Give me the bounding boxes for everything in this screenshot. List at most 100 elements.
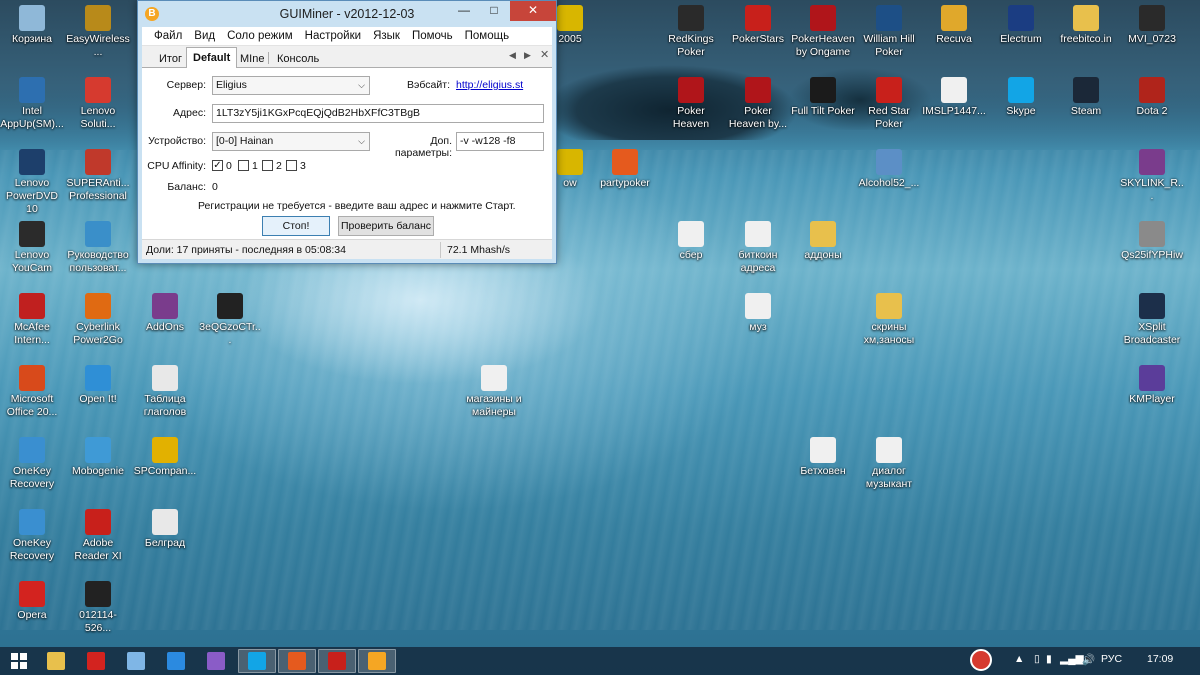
affinity-checkbox-0[interactable]: ✓ <box>212 160 223 171</box>
taskbar-item[interactable] <box>157 649 195 673</box>
desktop-icon[interactable]: магазины и майнеры <box>462 365 526 419</box>
menu-settings[interactable]: Настройки <box>299 30 367 42</box>
taskbar-item[interactable] <box>278 649 316 673</box>
desktop-icon[interactable]: Lenovo PowerDVD 10 <box>0 149 64 216</box>
taskbar-item[interactable] <box>77 649 115 673</box>
desktop-icon[interactable]: Adobe Reader XI <box>66 509 130 563</box>
desktop-icon[interactable]: Dota 2 <box>1120 77 1184 118</box>
desktop-icon[interactable]: Red Star Poker <box>857 77 921 131</box>
desktop-icon[interactable]: 3eQGzoCTr... <box>198 293 262 347</box>
website-link[interactable]: http://eligius.st <box>456 79 523 91</box>
affinity-checkbox-3[interactable] <box>286 160 297 171</box>
desktop-icon[interactable]: William Hill Poker <box>857 5 921 59</box>
desktop-icon[interactable]: SPCompan... <box>133 437 197 478</box>
server-select[interactable]: Eligius ⌵ <box>212 76 370 95</box>
desktop-icon[interactable]: 012114-526... <box>66 581 130 635</box>
menu-help-1[interactable]: Помочь <box>406 30 459 42</box>
tab-scroll-right-icon[interactable]: ▶ <box>524 50 531 61</box>
tray-app-icon[interactable] <box>970 649 992 671</box>
tab-summary[interactable]: Итог <box>152 49 189 68</box>
tab-default[interactable]: Default <box>186 47 238 69</box>
desktop-icon[interactable]: Белград <box>133 509 197 550</box>
tab-scroll-left-icon[interactable]: ◀ <box>509 50 516 61</box>
taskbar-item[interactable] <box>0 649 38 673</box>
battery-icon[interactable]: ▮ <box>1046 653 1052 665</box>
address-input[interactable]: 1LT3zY5ji1KGxPcqEQjQdB2HbXFfC3TBgB <box>212 104 544 123</box>
desktop-icon[interactable]: муз <box>726 293 790 334</box>
desktop-icon[interactable]: Alcohol52_... <box>857 149 921 190</box>
desktop-icon[interactable]: Qs25ifYPHiw <box>1120 221 1184 262</box>
taskbar-item[interactable] <box>117 649 155 673</box>
desktop-icon[interactable]: KMPlayer <box>1120 365 1184 406</box>
desktop-icon[interactable]: MVI_0723 <box>1120 5 1184 46</box>
minimize-button[interactable]: — <box>449 1 479 21</box>
desktop-icon[interactable]: Mobogenie <box>66 437 130 478</box>
menu-solo-mode[interactable]: Соло режим <box>221 30 299 42</box>
desktop-icon[interactable]: Opera <box>0 581 64 622</box>
desktop-icon[interactable]: Open It! <box>66 365 130 406</box>
tab-mine[interactable]: MIne <box>233 49 271 68</box>
desktop-icon[interactable]: скрины хм,заносы <box>857 293 921 347</box>
device-icon[interactable]: ▯ <box>1034 653 1040 665</box>
desktop-icon[interactable]: сбер <box>659 221 723 262</box>
desktop-icon[interactable]: Бетховен <box>791 437 855 478</box>
tab-console[interactable]: Консоль <box>270 49 326 68</box>
desktop-icon[interactable]: SUPERAnti... Professional <box>66 149 130 203</box>
desktop-icon[interactable]: Steam <box>1054 77 1118 118</box>
desktop-icon[interactable]: Microsoft Office 20... <box>0 365 64 419</box>
desktop-icon[interactable]: Руководство пользоват... <box>66 221 130 275</box>
desktop-icon[interactable]: SKYLINK_R... <box>1120 149 1184 203</box>
desktop-icon[interactable]: Recuva <box>922 5 986 46</box>
taskbar-item[interactable] <box>238 649 276 673</box>
network-signal-icon[interactable]: ▂▄▆ <box>1060 653 1084 665</box>
desktop-icon[interactable]: Poker Heaven <box>659 77 723 131</box>
title-bar[interactable]: B GUIMiner - v2012-12-03 — □ ✕ <box>138 1 556 27</box>
desktop-icon[interactable]: freebitco.in <box>1054 5 1118 46</box>
affinity-checkbox-1[interactable] <box>238 160 249 171</box>
desktop-icon[interactable]: OneKey Recovery <box>0 509 64 563</box>
desktop-icon[interactable]: AddOns <box>133 293 197 334</box>
desktop-icon[interactable]: EasyWireless... <box>66 5 130 59</box>
desktop-icon[interactable]: Lenovo YouCam <box>0 221 64 275</box>
check-balance-button[interactable]: Проверить баланс <box>338 216 434 236</box>
desktop-icon[interactable]: IMSLP1447... <box>922 77 986 118</box>
volume-icon[interactable]: 🔊 <box>1082 653 1095 666</box>
tab-close-icon[interactable]: ✕ <box>540 48 549 61</box>
menu-language[interactable]: Язык <box>367 30 406 42</box>
desktop-icon[interactable]: OneKey Recovery <box>0 437 64 491</box>
desktop-icon[interactable]: Poker Heaven by... <box>726 77 790 131</box>
desktop-icon[interactable]: Корзина <box>0 5 64 46</box>
desktop-icon[interactable]: XSplit Broadcaster <box>1120 293 1184 347</box>
desktop-icon[interactable]: Intel AppUp(SM)... <box>0 77 64 131</box>
menu-view[interactable]: Вид <box>188 30 221 42</box>
desktop-icon[interactable]: partypoker <box>593 149 657 190</box>
desktop-icon[interactable]: Electrum <box>989 5 1053 46</box>
desktop-icon[interactable]: Таблица глаголов <box>133 365 197 419</box>
stop-button[interactable]: Стоп! <box>262 216 330 236</box>
taskbar-item[interactable] <box>197 649 235 673</box>
desktop-icon[interactable]: Lenovo Soluti... <box>66 77 130 131</box>
device-select[interactable]: [0-0] Hainan ⌵ <box>212 132 370 151</box>
maximize-button[interactable]: □ <box>479 1 509 21</box>
taskbar-item[interactable] <box>358 649 396 673</box>
desktop-icon[interactable]: диалог музыкант <box>857 437 921 491</box>
desktop-icon[interactable]: Full Tilt Poker <box>791 77 855 118</box>
desktop-icon[interactable]: RedKings Poker <box>659 5 723 59</box>
desktop-icon[interactable]: биткоин адреса <box>726 221 790 275</box>
language-indicator[interactable]: РУС <box>1101 653 1122 665</box>
extra-params-input[interactable]: -v -w128 -f8 <box>456 132 544 151</box>
desktop-icon[interactable]: аддоны <box>791 221 855 262</box>
desktop-icon[interactable]: Cyberlink Power2Go <box>66 293 130 347</box>
menu-file[interactable]: Файл <box>148 30 188 42</box>
desktop-icon[interactable]: Skype <box>989 77 1053 118</box>
affinity-checkbox-2[interactable] <box>262 160 273 171</box>
desktop-icon[interactable]: PokerHeaven by Ongame <box>791 5 855 59</box>
close-button[interactable]: ✕ <box>510 1 556 21</box>
desktop-icon[interactable]: McAfee Intern... <box>0 293 64 347</box>
clock[interactable]: 17:09 <box>1147 653 1173 665</box>
desktop-icon[interactable]: PokerStars <box>726 5 790 46</box>
taskbar-item[interactable] <box>318 649 356 673</box>
show-hidden-icons-icon[interactable]: ▲ <box>1014 653 1024 665</box>
menu-help-2[interactable]: Помощь <box>459 30 515 42</box>
taskbar-item[interactable] <box>37 649 75 673</box>
